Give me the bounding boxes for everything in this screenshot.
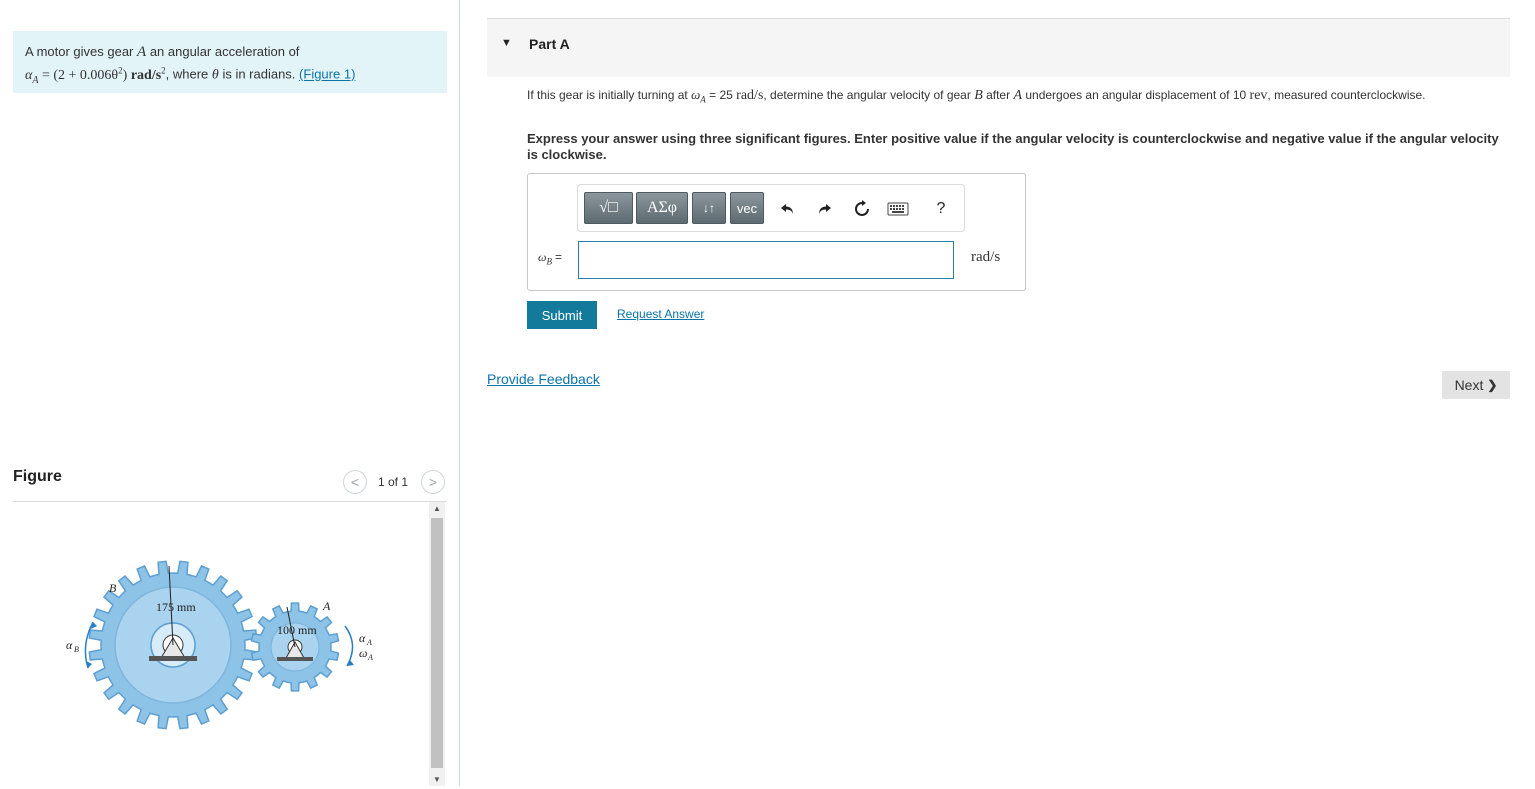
- templates-button[interactable]: √□: [584, 192, 633, 224]
- panel-divider: [459, 0, 460, 786]
- alpha-b-symbol: α: [66, 638, 73, 652]
- problem-statement: A motor gives gear A an angular accelera…: [13, 31, 447, 93]
- question-gear-b: B: [974, 88, 983, 103]
- problem-text-1: A motor gives gear: [25, 44, 134, 59]
- provide-feedback-link[interactable]: Provide Feedback: [487, 371, 600, 387]
- answer-label: ωB =: [538, 250, 562, 266]
- radius-b-label: 175 mm: [156, 600, 196, 614]
- acceleration-formula: αA = (2 + 0.006θ2) rad/s2: [25, 65, 166, 86]
- problem-text-2: an angular acceleration of: [149, 44, 300, 59]
- figure-scrollbar[interactable]: ▲ ▼: [429, 502, 445, 786]
- gear-b-base: [149, 656, 197, 661]
- formula-unit: rad/s: [130, 67, 162, 83]
- keyboard-icon[interactable]: [886, 197, 910, 221]
- omega-symbol: ω: [691, 87, 701, 102]
- gear-a-base: [277, 657, 313, 661]
- figure-image: B A 175 mm 100 mm α B α A ω A: [13, 502, 427, 786]
- request-answer-link[interactable]: Request Answer: [617, 307, 704, 321]
- omega-a-subscript: A: [367, 653, 373, 662]
- question-gear-a: A: [1013, 88, 1023, 103]
- answer-input[interactable]: [578, 241, 954, 279]
- gears-diagram: B A 175 mm 100 mm α B α A ω A: [66, 560, 373, 730]
- next-button[interactable]: Next ❯: [1442, 371, 1510, 399]
- part-a-header[interactable]: ▼ Part A: [487, 19, 1510, 77]
- alpha-subscript: A: [32, 74, 39, 86]
- figure-pager-text: 1 of 1: [378, 475, 409, 489]
- omega-a-symbol: ω: [359, 646, 367, 660]
- scroll-up-arrow-icon[interactable]: ▲: [429, 504, 445, 513]
- gear-a-label: A: [322, 599, 331, 613]
- figure-next-button[interactable]: >: [421, 470, 445, 494]
- alpha-b-subscript: B: [74, 645, 79, 654]
- templates-label: √□: [599, 199, 618, 216]
- question-text: If this gear is initially turning at ωA …: [527, 87, 1507, 107]
- question-text-3: after: [986, 88, 1011, 102]
- scroll-down-arrow-icon[interactable]: ▼: [429, 775, 445, 784]
- arrows-button[interactable]: ↓↑: [692, 192, 726, 224]
- figure-link[interactable]: (Figure 1): [299, 67, 355, 82]
- question-text-5: , measured counterclockwise.: [1267, 88, 1426, 102]
- theta-symbol: θ: [211, 67, 219, 83]
- omega-subscript: A: [700, 94, 706, 105]
- problem-text-4: is in radians.: [222, 66, 296, 82]
- figure-prev-button[interactable]: <: [343, 470, 367, 494]
- question-text-2: , determine the angular velocity of gear: [763, 88, 971, 102]
- part-title: Part A: [529, 36, 570, 52]
- alpha-a-symbol: α: [359, 631, 366, 645]
- redo-icon[interactable]: [812, 197, 836, 221]
- formula-rhs: = (2 + 0.006θ: [41, 67, 119, 83]
- vector-button[interactable]: vec: [730, 192, 764, 224]
- vec-label: vec: [736, 200, 758, 216]
- gear-a-symbol: A: [137, 44, 147, 60]
- undo-icon[interactable]: [776, 197, 800, 221]
- help-icon[interactable]: ?: [929, 197, 953, 221]
- question-text-4: undergoes an angular displacement of 10: [1025, 88, 1247, 102]
- next-label: Next: [1454, 377, 1484, 393]
- chevron-right-icon: ❯: [1487, 378, 1498, 392]
- problem-text-3: , where: [165, 66, 209, 82]
- figure-title: Figure: [13, 468, 62, 485]
- answer-omega-subscript: B: [546, 256, 552, 267]
- scroll-thumb[interactable]: [431, 518, 443, 768]
- alpha-b-arrow: [84, 621, 94, 669]
- question-text-1: If this gear is initially turning at: [527, 88, 688, 102]
- answer-instructions: Express your answer using three signific…: [527, 131, 1499, 162]
- radius-a-label: 100 mm: [277, 623, 317, 637]
- gear-b-label: B: [109, 581, 117, 595]
- question-unit: rad/s: [736, 88, 764, 103]
- question-rev-unit: rev: [1249, 88, 1268, 103]
- chevron-left-icon: <: [350, 474, 360, 490]
- collapse-caret-icon[interactable]: ▼: [501, 37, 512, 49]
- answer-equals: =: [554, 250, 562, 264]
- math-toolbar: √□ ΑΣφ ↓↑ vec ?: [577, 184, 965, 232]
- answer-box: √□ ΑΣφ ↓↑ vec ? ωB = rad/s: [527, 173, 1026, 291]
- question-value: = 25: [709, 88, 733, 102]
- submit-button[interactable]: Submit: [527, 301, 597, 329]
- chevron-right-icon: >: [428, 474, 438, 490]
- answer-unit: rad/s: [971, 249, 1001, 265]
- help-label: ?: [936, 200, 946, 217]
- arrows-label: ↓↑: [703, 201, 715, 215]
- alpha-a-arrow: [344, 625, 354, 667]
- formula-close-paren: ): [122, 67, 128, 83]
- reset-icon[interactable]: [850, 197, 874, 221]
- greek-label: ΑΣφ: [646, 199, 678, 216]
- greek-symbols-button[interactable]: ΑΣφ: [636, 192, 688, 224]
